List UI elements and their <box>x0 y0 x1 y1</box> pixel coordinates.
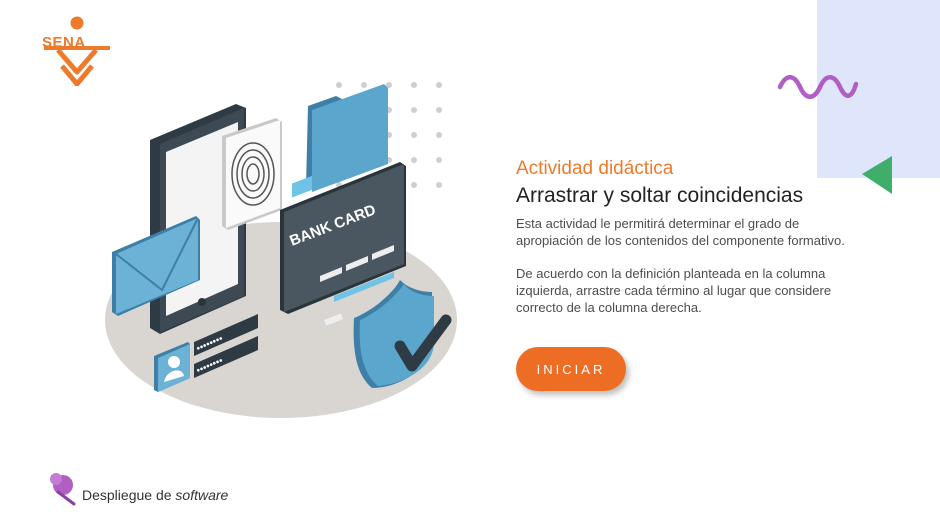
mobile-payment-security-illustration: BANK CARD •••••••• •••••••• <box>105 82 457 418</box>
activity-title: Arrastrar y soltar coincidencias <box>516 184 804 207</box>
footer-course-label: Despliegue de software <box>46 466 228 506</box>
footer-emphasis: software <box>175 487 229 503</box>
footer-prefix: Despliegue de <box>82 487 176 503</box>
activity-type-label: Actividad didáctica <box>516 158 674 179</box>
fingerprint-icon <box>222 118 282 230</box>
wave-squiggle-icon <box>777 75 859 99</box>
green-triangle-icon <box>862 156 892 194</box>
activity-instructions: De acuerdo con la definición planteada e… <box>516 266 832 315</box>
activity-intro-screen: SENA BANK CARD •••••••• •••••••• Activid… <box>0 0 940 528</box>
activity-description: Esta actividad le permitirá determinar e… <box>516 216 845 248</box>
pushpin-icon <box>50 473 76 506</box>
start-button[interactable]: INICIAR <box>516 347 626 391</box>
sena-logo-text: SENA <box>42 34 86 51</box>
